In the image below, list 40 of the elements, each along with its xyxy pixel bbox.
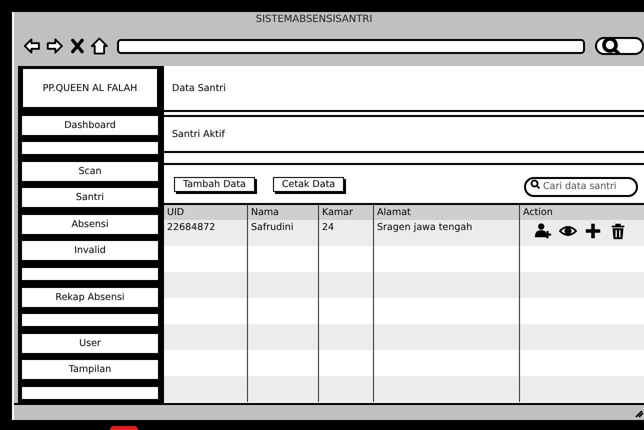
table-cell (248, 376, 319, 402)
sidebar-item[interactable]: Dashboard (22, 116, 158, 135)
table-cell (319, 272, 374, 298)
plus-icon[interactable] (584, 222, 602, 240)
sidebar-item[interactable]: Scan (22, 162, 158, 181)
search-icon (600, 36, 621, 56)
sidebar-item[interactable]: Santri (22, 188, 158, 208)
sidebar-item[interactable]: Absensi (22, 214, 158, 234)
sidebar-item[interactable]: User (22, 334, 158, 353)
table-cell (319, 324, 374, 350)
app-name: PP.QUEEN AL FALAH (22, 68, 158, 108)
column-header: Action (520, 205, 644, 220)
home-icon[interactable] (90, 36, 110, 56)
section-title: Santri Aktif (172, 128, 225, 140)
table-cell (248, 272, 319, 298)
sidebar-item[interactable]: Rekap Absensi (22, 288, 158, 307)
sidebar-item[interactable]: Tampilan (22, 360, 158, 380)
window-title: SISTEMABSENSISANTRI (254, 13, 374, 26)
action-button[interactable]: Tambah Data (174, 176, 255, 192)
resize-grip-icon[interactable] (634, 408, 644, 418)
table-cell: 24 (319, 220, 374, 246)
column-header: UID (164, 205, 248, 220)
back-icon[interactable] (22, 36, 41, 56)
sidebar-item[interactable]: Invalid (22, 241, 158, 260)
page-title: Data Santri (172, 82, 226, 94)
table-cell (248, 324, 319, 350)
action-button[interactable]: Cetak Data (272, 176, 344, 192)
table-cell: 22684872 (164, 220, 248, 246)
column-header: Alamat (374, 205, 520, 220)
table-cell: Sragen jawa tengah (374, 220, 520, 246)
forward-icon[interactable] (44, 36, 64, 56)
person-plus-icon[interactable] (534, 222, 552, 240)
column-header: Nama (248, 205, 319, 220)
table-cell (319, 376, 374, 402)
address-field[interactable] (117, 38, 585, 54)
search-field[interactable]: Cari data santri (524, 176, 638, 196)
table-cell: Safrudini (248, 220, 319, 246)
browser-search-field[interactable] (594, 37, 644, 55)
column-header: Kamar (319, 205, 374, 220)
trash-icon[interactable] (609, 222, 627, 240)
